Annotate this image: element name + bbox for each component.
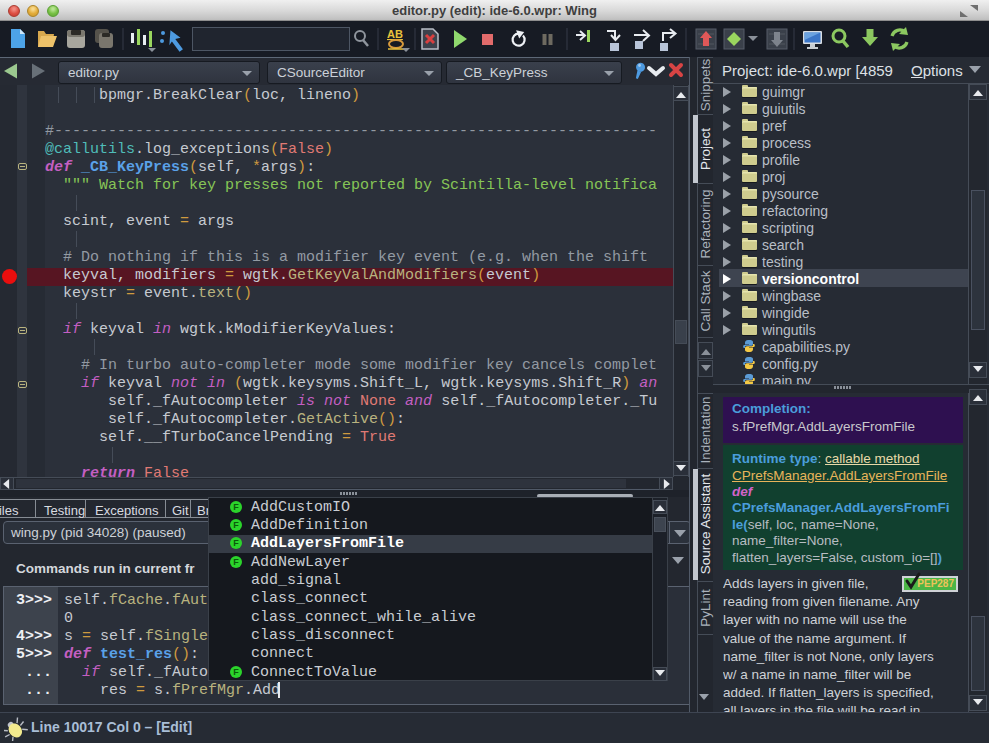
svg-text:AB: AB: [387, 28, 403, 40]
